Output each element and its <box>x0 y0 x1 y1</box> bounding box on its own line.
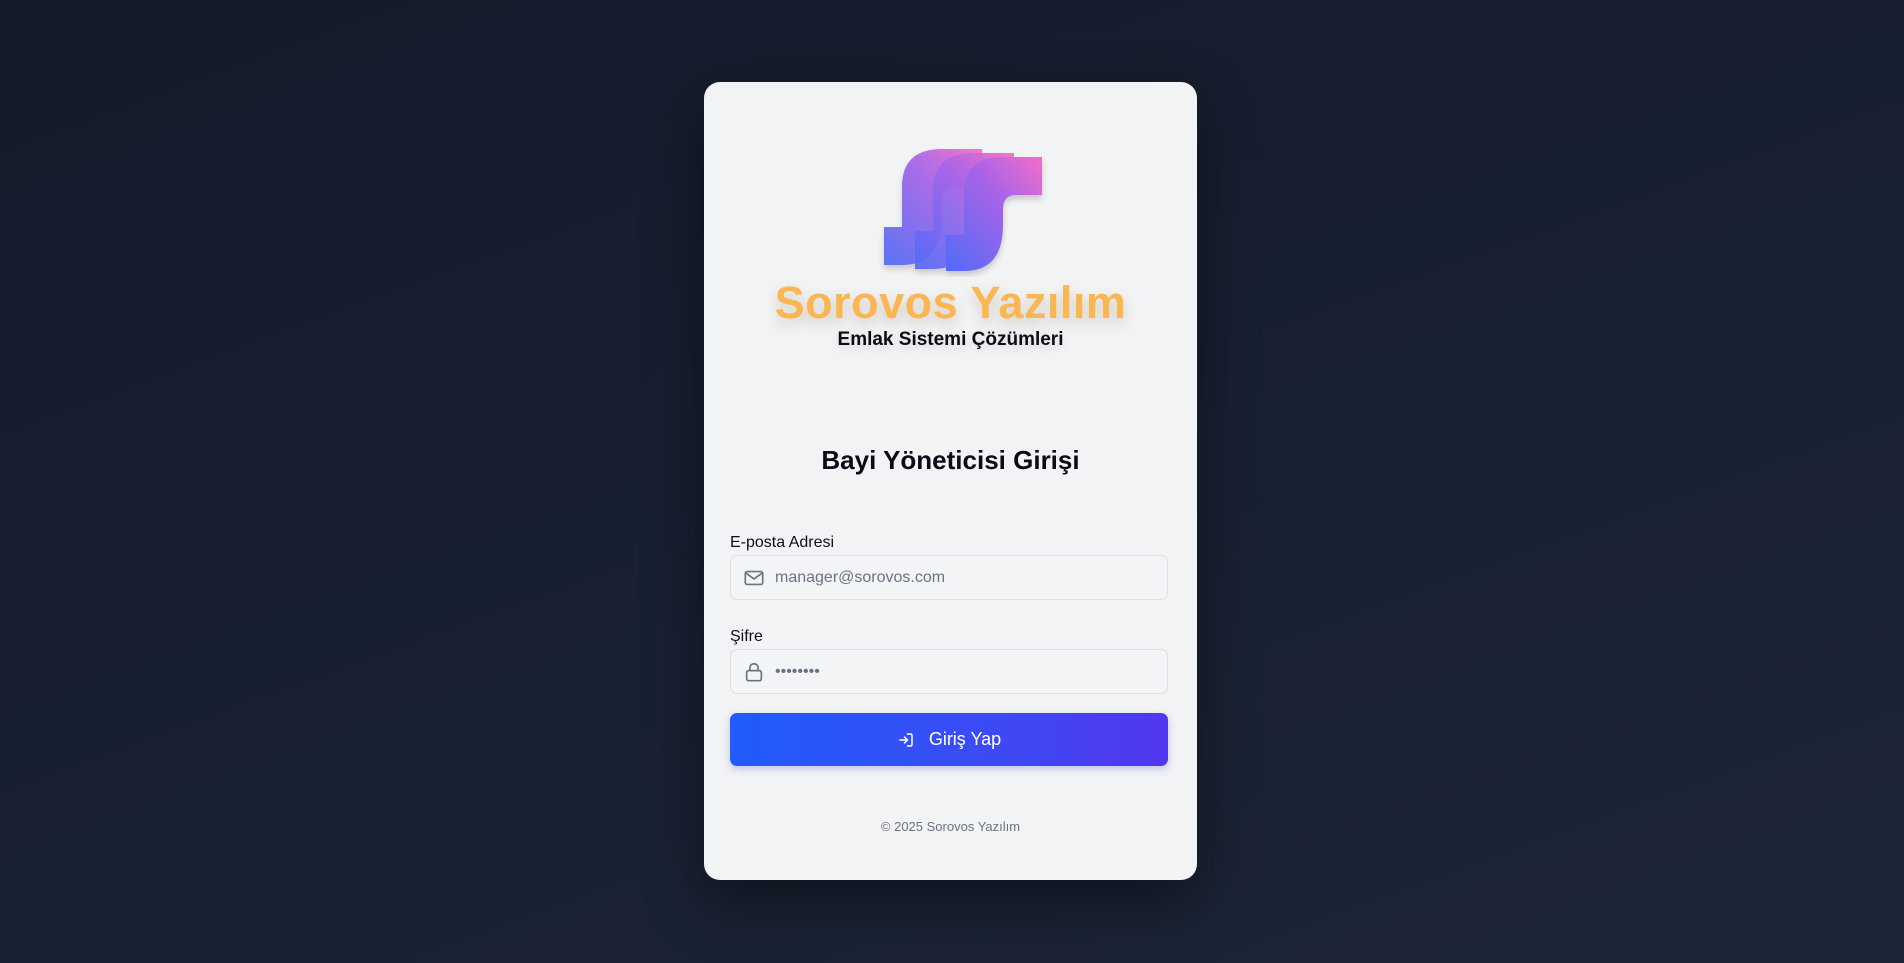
brand-name: Sorovos Yazılım <box>774 277 1127 328</box>
email-input[interactable] <box>775 556 1155 599</box>
password-field-wrapper[interactable] <box>730 649 1168 694</box>
footer-copyright: © 2025 Sorovos Yazılım <box>880 819 1021 834</box>
password-label: Şifre <box>730 628 763 645</box>
login-button-label: Giriş Yap <box>928 729 1002 749</box>
email-label: E-posta Adresi <box>730 534 835 551</box>
password-input[interactable] <box>775 650 1155 693</box>
sorovos-s-logo-icon <box>884 149 1042 271</box>
login-button-content: Giriş Yap <box>730 713 1168 766</box>
login-arrow-icon <box>899 732 913 747</box>
mail-icon <box>744 570 764 586</box>
email-field-wrapper[interactable] <box>730 555 1168 600</box>
login-button[interactable]: Giriş Yap <box>730 713 1168 766</box>
lock-icon <box>745 662 763 682</box>
login-card: Sorovos Yazılım Emlak Sistemi Çözümleri … <box>704 82 1197 880</box>
page-title: Bayi Yöneticisi Girişi <box>821 445 1080 475</box>
brand-tagline: Emlak Sistemi Çözümleri <box>837 329 1064 350</box>
